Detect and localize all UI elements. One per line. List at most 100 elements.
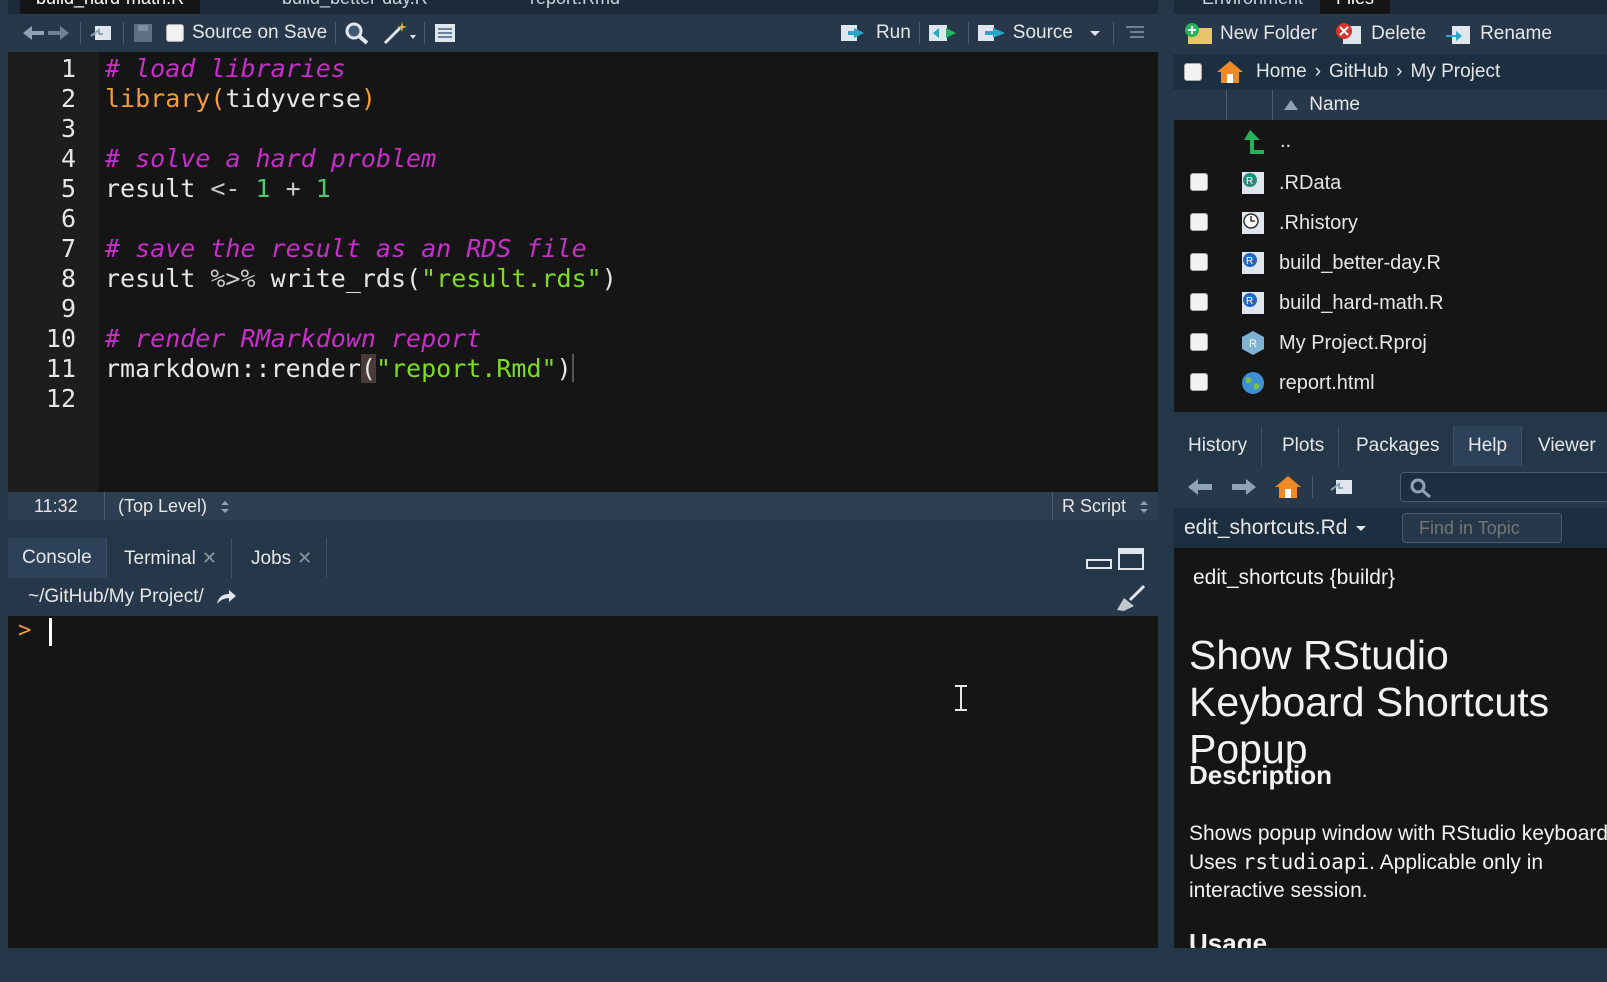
code-line-2[interactable]: library(tidyverse) bbox=[105, 84, 376, 113]
help-search-input[interactable] bbox=[1400, 472, 1607, 502]
tab-build-hard-math[interactable]: build_hard-math.R bbox=[20, 0, 201, 14]
history-file-icon bbox=[1242, 212, 1264, 234]
file-row[interactable]: R build_hard-math.R bbox=[1174, 282, 1607, 322]
code-line-11[interactable]: rmarkdown::render("report.Rmd") bbox=[105, 354, 574, 383]
magic-wand-icon[interactable] bbox=[382, 21, 417, 45]
updown-icon bbox=[1140, 501, 1149, 514]
file-list-header: Name bbox=[1174, 90, 1607, 120]
search-icon[interactable] bbox=[344, 21, 370, 45]
breadcrumb-github[interactable]: GitHub bbox=[1329, 61, 1388, 83]
code-line-4[interactable]: # solve a hard problem bbox=[105, 144, 436, 173]
tab-console[interactable]: Console bbox=[8, 538, 107, 578]
new-folder-button[interactable]: New Folder bbox=[1184, 22, 1317, 46]
console-tab-bar: Console Terminal ✕ Jobs ✕ bbox=[8, 536, 1158, 578]
forward-arrow-icon[interactable] bbox=[46, 23, 72, 43]
code-line-10[interactable]: # render RMarkdown report bbox=[105, 324, 481, 353]
column-header-name[interactable]: Name bbox=[1282, 94, 1360, 116]
breadcrumb-my-project[interactable]: My Project bbox=[1410, 61, 1500, 83]
close-icon[interactable]: ✕ bbox=[202, 548, 217, 568]
rename-label: Rename bbox=[1480, 23, 1552, 44]
file-checkbox[interactable] bbox=[1190, 253, 1208, 271]
code-line-1[interactable]: # load libraries bbox=[105, 54, 346, 83]
file-name[interactable]: build_better-day.R bbox=[1279, 252, 1441, 275]
rdata-icon: R bbox=[1242, 172, 1264, 194]
code-number: 1 bbox=[315, 174, 331, 203]
tab-build-better-day[interactable]: build_better-day.R bbox=[266, 0, 444, 14]
up-arrow-icon bbox=[1244, 130, 1264, 154]
working-directory-bar: ~/GitHub/My Project/ bbox=[8, 578, 1158, 616]
select-all-checkbox[interactable] bbox=[1184, 63, 1202, 81]
file-name[interactable]: report.html bbox=[1279, 372, 1375, 395]
tab-viewer[interactable]: Viewer bbox=[1524, 426, 1607, 466]
description-line: Shows popup window with RStudio keyboard… bbox=[1189, 822, 1607, 845]
file-row[interactable]: .Rhistory bbox=[1174, 202, 1607, 242]
file-name[interactable]: My Project.Rproj bbox=[1279, 332, 1427, 355]
run-button[interactable]: Run bbox=[840, 22, 911, 44]
back-arrow-icon[interactable] bbox=[1186, 476, 1214, 498]
file-checkbox[interactable] bbox=[1190, 373, 1208, 391]
compile-report-icon[interactable] bbox=[433, 22, 457, 44]
tab-environment[interactable]: Environment bbox=[1186, 0, 1319, 14]
show-in-new-window-icon[interactable] bbox=[89, 22, 115, 44]
code-line-8[interactable]: result %>% write_rds("result.rds") bbox=[105, 264, 617, 293]
close-icon[interactable]: ✕ bbox=[297, 548, 312, 568]
source-on-save-checkbox[interactable] bbox=[166, 24, 184, 42]
go-to-directory-icon[interactable] bbox=[215, 588, 237, 606]
console-cursor bbox=[49, 618, 52, 646]
rename-button[interactable]: Rename bbox=[1444, 22, 1552, 46]
file-name[interactable]: build_hard-math.R bbox=[1279, 292, 1444, 315]
console-output[interactable]: > bbox=[8, 616, 1158, 948]
source-button[interactable]: Source bbox=[977, 22, 1073, 44]
file-checkbox[interactable] bbox=[1190, 293, 1208, 311]
file-name[interactable]: .Rhistory bbox=[1279, 212, 1358, 235]
tab-packages[interactable]: Packages bbox=[1342, 426, 1455, 466]
code-line-7[interactable]: # save the result as an RDS file bbox=[105, 234, 587, 263]
file-checkbox[interactable] bbox=[1190, 173, 1208, 191]
save-icon[interactable] bbox=[132, 22, 154, 44]
tab-history[interactable]: History bbox=[1174, 426, 1263, 466]
search-icon bbox=[1410, 478, 1431, 499]
file-row[interactable]: R My Project.Rproj bbox=[1174, 322, 1607, 362]
tab-plots[interactable]: Plots bbox=[1268, 426, 1340, 466]
delete-button[interactable]: Delete bbox=[1335, 22, 1426, 46]
tab-label: Viewer bbox=[1538, 435, 1596, 456]
svg-text:R: R bbox=[1246, 176, 1253, 187]
chevron-down-icon[interactable] bbox=[1085, 23, 1105, 43]
file-checkbox[interactable] bbox=[1190, 213, 1208, 231]
minimize-pane-icon[interactable] bbox=[1086, 558, 1112, 570]
show-in-new-window-icon[interactable] bbox=[1328, 476, 1356, 498]
find-in-topic-input[interactable] bbox=[1402, 513, 1562, 543]
breadcrumb-home[interactable]: Home bbox=[1256, 61, 1307, 83]
file-checkbox[interactable] bbox=[1190, 333, 1208, 351]
code-line-5[interactable]: result <- 1 + 1 bbox=[105, 174, 331, 203]
maximize-pane-icon[interactable] bbox=[1118, 548, 1144, 570]
source-on-save-toggle[interactable]: Source on Save bbox=[166, 22, 327, 44]
clear-console-broom-icon[interactable] bbox=[1116, 584, 1148, 612]
file-row[interactable]: R .RData bbox=[1174, 162, 1607, 202]
text-cursor bbox=[571, 354, 574, 382]
tab-terminal[interactable]: Terminal ✕ bbox=[110, 538, 232, 578]
filetype-selector[interactable]: R Script bbox=[1062, 492, 1151, 520]
tab-label: Files bbox=[1336, 0, 1374, 8]
tab-jobs[interactable]: Jobs ✕ bbox=[237, 538, 328, 578]
home-icon[interactable] bbox=[1274, 474, 1302, 500]
tab-help[interactable]: Help bbox=[1454, 426, 1523, 466]
code-operator: <- bbox=[210, 174, 256, 203]
home-icon[interactable] bbox=[1216, 59, 1244, 85]
tab-files[interactable]: Files bbox=[1320, 0, 1391, 14]
code-editor[interactable]: 1 2 3 4 5 6 7 8 9 10 11 12 # load librar… bbox=[8, 52, 1158, 492]
scope-selector[interactable]: (Top Level) bbox=[118, 492, 232, 520]
rerun-icon[interactable] bbox=[928, 22, 960, 44]
file-row[interactable]: report.html bbox=[1174, 362, 1607, 402]
forward-arrow-icon[interactable] bbox=[1230, 476, 1258, 498]
document-outline-icon[interactable] bbox=[1122, 23, 1146, 43]
parent-directory-row[interactable]: .. bbox=[1174, 120, 1607, 160]
tab-report-rmd[interactable]: report.Rmd bbox=[514, 0, 636, 14]
file-name[interactable]: .RData bbox=[1279, 172, 1341, 195]
scope-label: (Top Level) bbox=[118, 496, 208, 516]
topic-selector[interactable]: edit_shortcuts.Rd bbox=[1184, 516, 1369, 540]
back-arrow-icon[interactable] bbox=[20, 23, 46, 43]
source-label: Source bbox=[1012, 22, 1073, 43]
file-row[interactable]: R build_better-day.R bbox=[1174, 242, 1607, 282]
editor-status-bar: 11:32 (Top Level) R Script bbox=[8, 492, 1158, 520]
